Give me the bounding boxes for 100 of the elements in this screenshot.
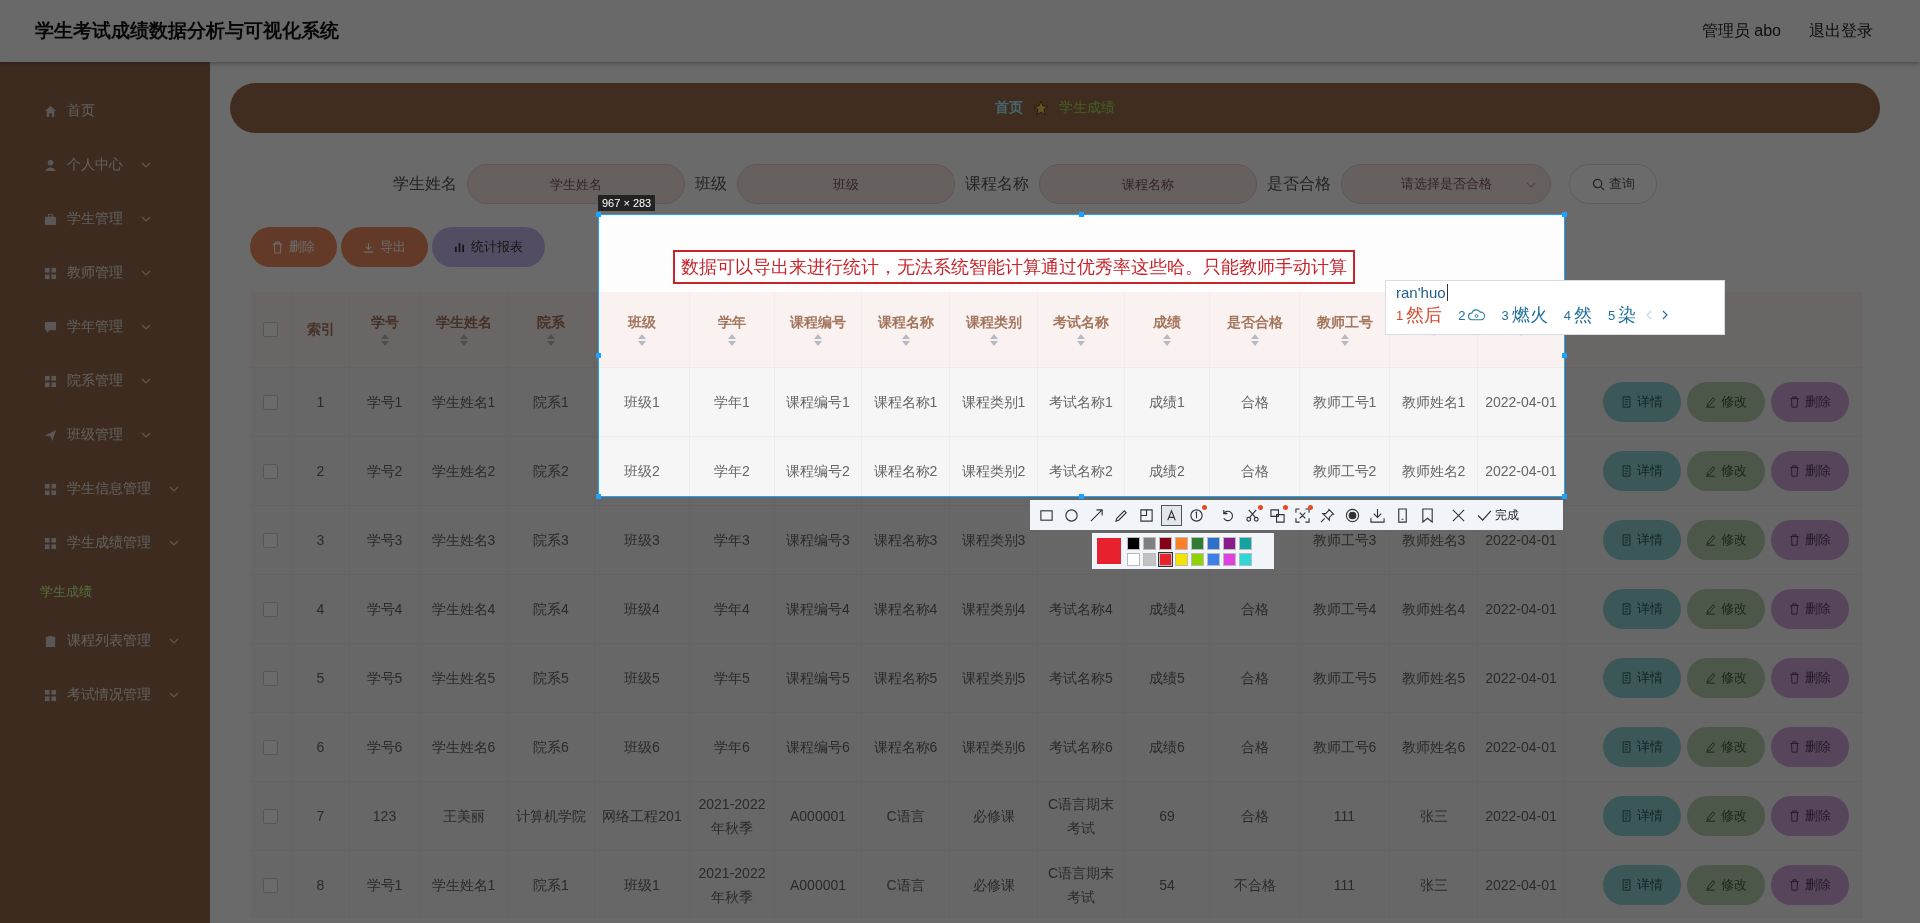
color-swatch[interactable]	[1175, 552, 1188, 566]
trash-icon	[1789, 465, 1800, 477]
sort-icon[interactable]	[1077, 333, 1085, 346]
color-swatch[interactable]	[1207, 552, 1220, 566]
filter-label: 是否合格	[1267, 173, 1331, 194]
export-button[interactable]: 导出	[341, 227, 428, 267]
filter-label: 课程名称	[965, 173, 1029, 194]
table-cell-text: 课程类别4	[961, 600, 1026, 619]
ime-candidate[interactable]: 5 染	[1607, 303, 1637, 327]
filter-label: 班级	[695, 173, 727, 194]
pencil-icon	[1705, 672, 1716, 684]
trash-icon	[272, 240, 283, 254]
sort-icon[interactable]	[1340, 333, 1349, 346]
sort-icon[interactable]	[989, 333, 998, 346]
user-name: 管理员 abo	[1701, 20, 1781, 41]
table-cell-text: 学号1	[366, 876, 403, 895]
table-cell-text: 学生姓名1	[431, 876, 496, 895]
color-swatch[interactable]	[1143, 552, 1156, 566]
table-cell-text: 成绩6	[1149, 738, 1185, 757]
document-icon	[1621, 810, 1632, 822]
table-cell-text: 课程类别6	[961, 738, 1026, 757]
sort-icon[interactable]	[380, 333, 389, 346]
chevron-down-icon	[169, 540, 179, 546]
table-cell-text: 课程名称6	[873, 738, 938, 757]
color-swatch[interactable]	[1143, 536, 1156, 550]
document-icon	[1621, 672, 1632, 684]
sort-icon[interactable]	[1163, 333, 1171, 346]
done-button[interactable]: 完成	[1473, 506, 1523, 524]
sort-icon[interactable]	[638, 333, 646, 346]
trash-icon	[1789, 534, 1800, 546]
filter-label: 学生姓名	[393, 173, 457, 194]
color-swatch[interactable]	[1207, 536, 1220, 550]
column-header: 课程编号	[790, 313, 846, 332]
table-cell-text: 111	[1333, 807, 1356, 826]
column-header: 课程名称	[877, 313, 934, 332]
color-swatch[interactable]	[1159, 536, 1172, 550]
color-swatch[interactable]	[1159, 552, 1172, 566]
table-cell-text: 课程类别2	[961, 462, 1026, 481]
chevron-right-icon[interactable]	[1662, 310, 1669, 320]
ime-candidate[interactable]: 1 然后	[1396, 303, 1443, 327]
search-button[interactable]: 查询	[1569, 164, 1657, 204]
ime-candidate[interactable]: 2	[1458, 307, 1486, 323]
trash-icon	[1789, 879, 1800, 891]
sort-icon[interactable]	[547, 333, 555, 346]
color-swatch[interactable]	[1239, 536, 1252, 550]
color-swatch[interactable]	[1127, 536, 1140, 550]
briefcase-icon	[44, 212, 57, 226]
scan-icon[interactable]	[1292, 504, 1313, 526]
sort-icon[interactable]	[1250, 333, 1259, 346]
table-cell-text: 学号2	[366, 462, 403, 481]
color-swatch[interactable]	[1239, 552, 1252, 566]
column-header: 索引	[306, 320, 335, 339]
download-icon	[363, 241, 374, 253]
table-cell-text: 考试名称4	[1049, 600, 1113, 619]
table-cell-text: 合格	[1240, 393, 1269, 412]
color-swatch[interactable]	[1191, 536, 1204, 550]
table-cell-text: 网络工程201	[602, 807, 682, 826]
sort-icon[interactable]	[814, 333, 822, 346]
sort-icon[interactable]	[459, 333, 468, 346]
app-title: 学生考试成绩数据分析与可视化系统	[35, 19, 340, 43]
current-color	[1097, 538, 1121, 564]
table-cell-text: 合格	[1240, 462, 1269, 481]
report-button[interactable]: 统计报表	[432, 227, 545, 267]
delete-button[interactable]: 删除	[250, 227, 337, 267]
table-cell-text: 2022-04-01	[1485, 807, 1557, 826]
table-cell-text: 2022-04-01	[1485, 462, 1557, 481]
color-swatch[interactable]	[1175, 536, 1188, 550]
table-cell-text: 1	[316, 393, 325, 412]
column-header: 成绩	[1153, 313, 1181, 332]
color-swatch[interactable]	[1191, 552, 1204, 566]
text-icon[interactable]	[1161, 504, 1182, 526]
breadcrumb-link[interactable]: 首页	[995, 99, 1023, 117]
table-cell-text: 2	[316, 462, 325, 481]
input-field[interactable]: 课程名称	[1039, 164, 1257, 204]
chevron-down-icon	[141, 216, 151, 222]
logout-link[interactable]: 退出登录	[1809, 20, 1873, 42]
input-field[interactable]: 班级	[737, 164, 955, 204]
table-cell-text: 课程名称5	[873, 669, 938, 688]
table-cell-text: 课程编号3	[786, 531, 850, 550]
chevron-down-icon	[169, 486, 179, 492]
color-swatch[interactable]	[1127, 552, 1140, 566]
table-cell-text: 必修课	[972, 807, 1015, 826]
chevron-left-icon[interactable]	[1646, 310, 1653, 320]
table-cell-text: C语言	[886, 807, 925, 826]
sort-icon[interactable]	[728, 333, 736, 346]
table-cell-text: 院系2	[533, 462, 569, 481]
table-cell-text: 5	[316, 669, 325, 688]
table-cell-text: 学年4	[714, 600, 750, 619]
color-swatch[interactable]	[1223, 552, 1236, 566]
table-cell-text: 考试名称1	[1049, 393, 1113, 412]
table-cell-text: 班级4	[624, 600, 660, 619]
sort-icon[interactable]	[901, 333, 910, 346]
table-cell-text: 院系5	[533, 669, 569, 688]
color-swatch[interactable]	[1223, 536, 1236, 550]
table-cell-text: 6	[316, 738, 325, 757]
table-cell-text: 2021-2022年秋季	[697, 864, 767, 907]
ime-candidate[interactable]: 3 燃火	[1501, 303, 1548, 327]
annotation-text[interactable]: 数据可以导出来进行统计，无法系统智能计算通过优秀率这些哈。只能教师手动计算	[673, 250, 1355, 284]
ime-candidate[interactable]: 4 然	[1563, 303, 1592, 327]
home-icon	[44, 104, 57, 118]
